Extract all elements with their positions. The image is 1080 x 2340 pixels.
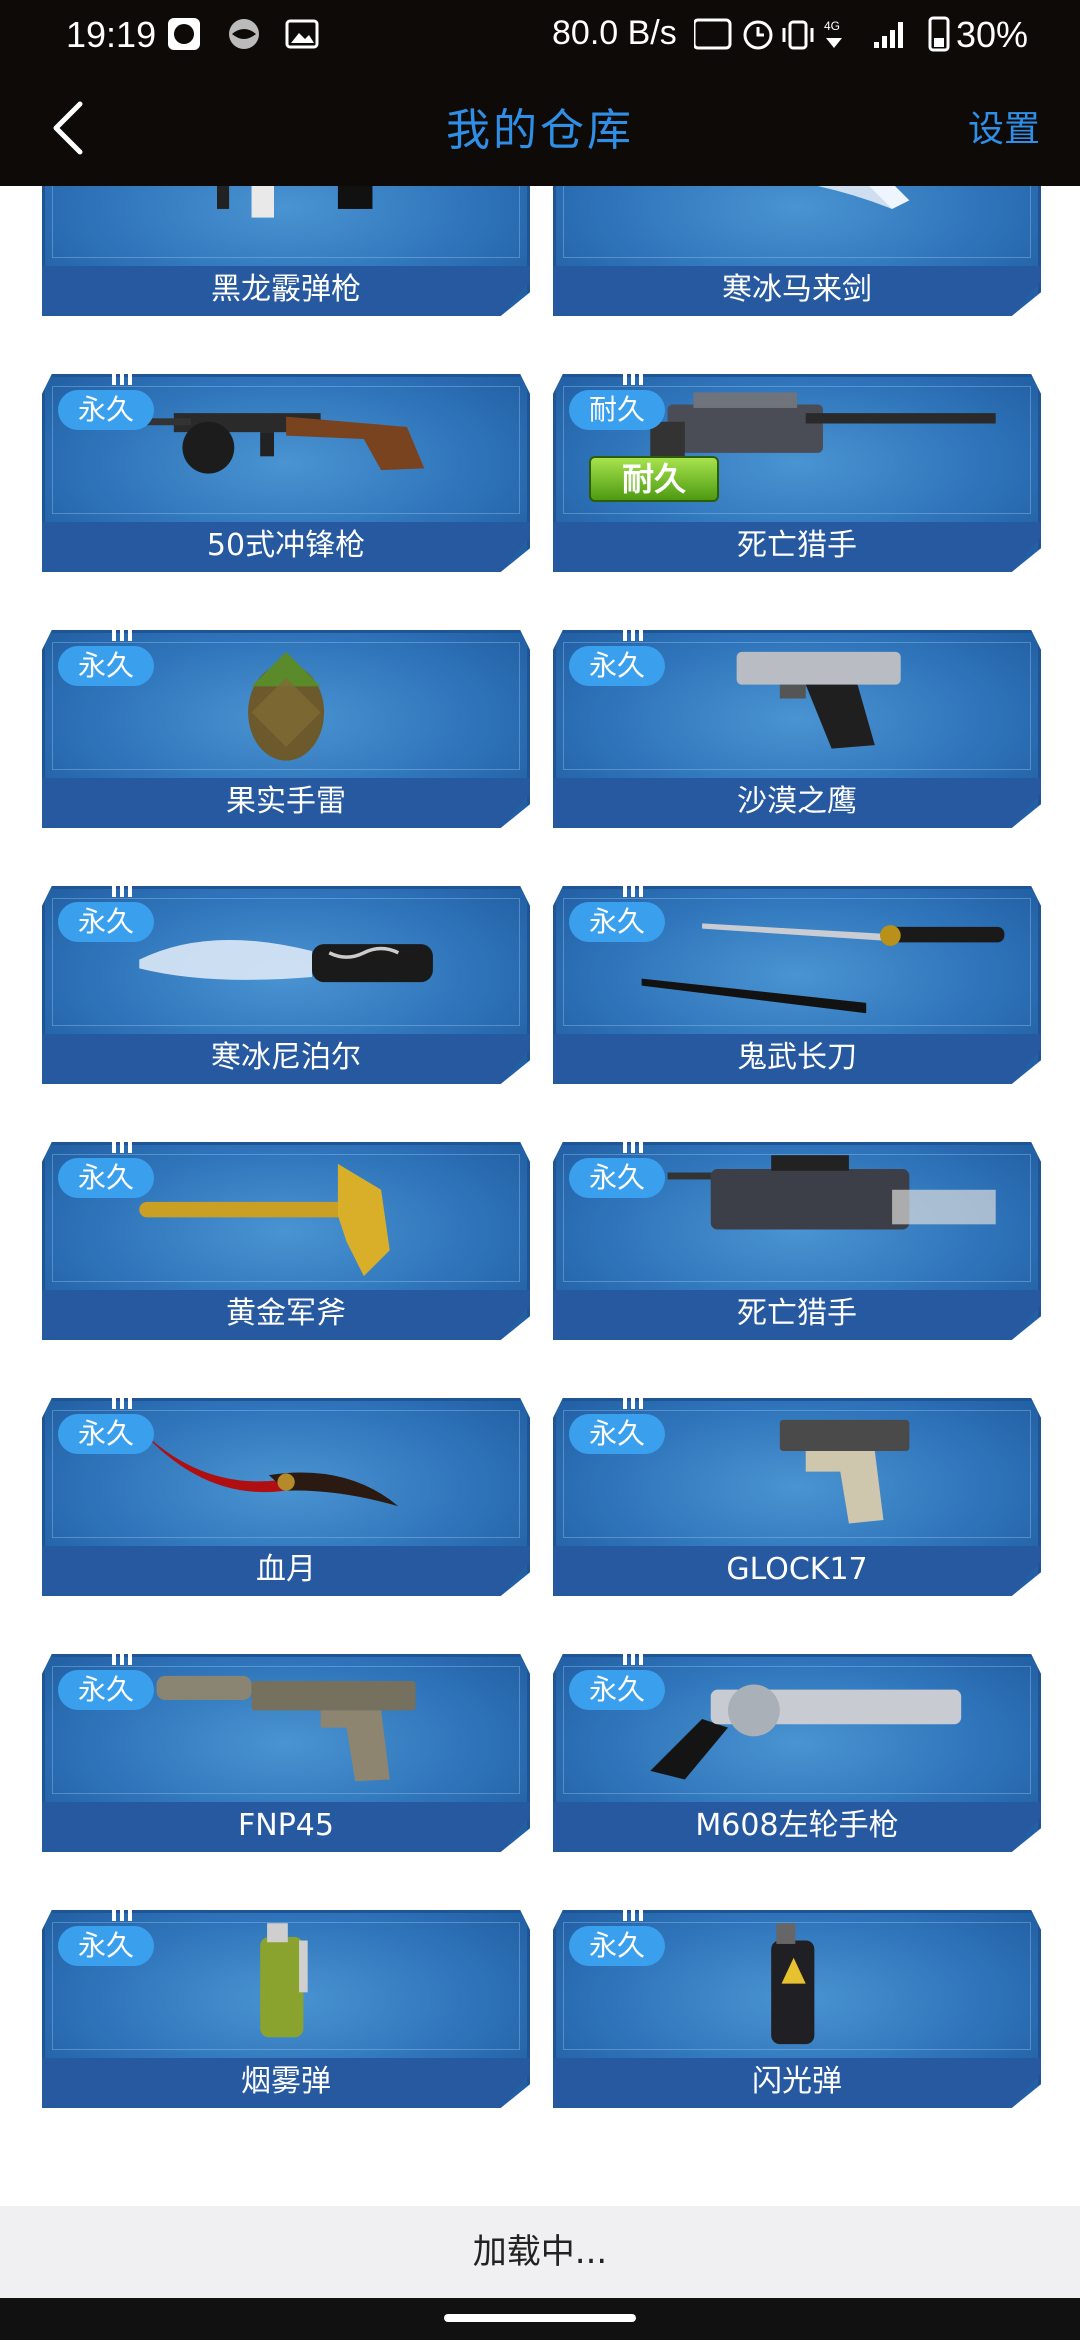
- duration-badge: 永久: [569, 1926, 666, 1966]
- item-card[interactable]: 永久闪光弹: [553, 1907, 1041, 2108]
- duration-badge: 永久: [58, 1670, 155, 1710]
- katana-icon: [641, 923, 1005, 1014]
- item-card[interactable]: 永久 GLOCK17: [553, 1395, 1041, 1596]
- card-stripes: [623, 1138, 657, 1153]
- item-card[interactable]: 永久寒冰马来剑: [553, 186, 1041, 316]
- duration-badge: 永久: [58, 390, 155, 430]
- settings-button[interactable]: 设置: [968, 100, 1040, 152]
- loading-indicator: 加载中...: [0, 2206, 1080, 2298]
- card-stripes: [112, 370, 146, 385]
- item-card[interactable]: 永久 FNP45: [42, 1651, 530, 1852]
- duration-badge: 永久: [58, 1926, 155, 1966]
- status-time: 19:19: [66, 14, 157, 55]
- smoke-grenade-icon: [260, 1923, 308, 2038]
- item-name: 鬼武长刀: [737, 1040, 857, 1075]
- item-name: 果实手雷: [226, 784, 346, 819]
- item-card[interactable]: 永久死亡猎手: [553, 1139, 1041, 1340]
- card-stripes: [112, 882, 146, 897]
- smg-icon: [139, 413, 425, 474]
- card-stripes: [112, 626, 146, 641]
- duration-badge: 永久: [58, 1158, 155, 1198]
- item-card[interactable]: 永久鬼武长刀: [553, 883, 1041, 1084]
- app-notification-icon: [168, 18, 200, 50]
- top-bar: 19:19 80.0 B/s 4G 30% 我的仓库 设置: [0, 0, 1080, 186]
- silenced-pistol-icon: [156, 1675, 416, 1782]
- item-name: 血月: [256, 1552, 316, 1587]
- item-grid: 永久黑龙霰弹枪永久寒冰马来剑永久50式冲锋枪耐久耐久死亡猎手永久果实手雷永久沙漠…: [0, 186, 1080, 2206]
- item-card[interactable]: 永久沙漠之鹰: [553, 627, 1041, 828]
- item-name: 死亡猎手: [737, 1296, 857, 1331]
- item-card[interactable]: 永久果实手雷: [42, 627, 530, 828]
- svg-text:4G: 4G: [824, 19, 840, 33]
- card-stripes: [112, 1394, 146, 1409]
- duration-badge: 永久: [569, 902, 666, 942]
- nav-bar: 我的仓库 设置: [0, 70, 1080, 186]
- card-stripes: [623, 1394, 657, 1409]
- item-card[interactable]: 永久黑龙霰弹枪: [42, 186, 530, 316]
- card-stripes: [112, 1906, 146, 1921]
- item-card[interactable]: 永久烟雾弹: [42, 1907, 530, 2108]
- network-speed: 80.0 B/s: [552, 14, 677, 52]
- ice-sword-icon: [817, 186, 910, 209]
- status-bar: 19:19 80.0 B/s 4G 30%: [0, 0, 1080, 70]
- grenade-icon: [248, 651, 325, 761]
- duration-badge: 永久: [569, 1414, 666, 1454]
- item-name: M608左轮手枪: [695, 1808, 899, 1843]
- duration-badge: 永久: [569, 646, 666, 686]
- item-card[interactable]: 永久 50式冲锋枪: [42, 371, 530, 572]
- item-card[interactable]: 耐久 耐久 死亡猎手: [553, 371, 1041, 572]
- item-name: 烟雾弹: [241, 2064, 331, 2099]
- card-stripes: [623, 1650, 657, 1665]
- item-name: 沙漠之鹰: [737, 784, 857, 819]
- gallery-icon: [285, 19, 319, 49]
- revolver-icon: [650, 1684, 962, 1780]
- page-title: 我的仓库: [446, 105, 634, 156]
- item-name: 50式冲锋枪: [206, 528, 366, 563]
- shotgun-icon: [217, 186, 373, 218]
- duration-badge: 耐久: [569, 390, 666, 430]
- item-name: 寒冰马来剑: [722, 272, 872, 307]
- rifle-icon: [667, 1155, 996, 1230]
- gesture-bar: [0, 2298, 1080, 2340]
- card-stripes: [623, 882, 657, 897]
- card-stripes: [112, 1650, 146, 1665]
- system-status-icons: 4G: [694, 16, 950, 52]
- blood-blade-icon: [139, 1428, 399, 1507]
- duration-badge: 永久: [569, 1670, 666, 1710]
- item-name: 黄金军斧: [226, 1296, 346, 1331]
- ice-knife-icon: [139, 939, 433, 983]
- pistol-icon: [736, 651, 901, 749]
- item-name: 寒冰尼泊尔: [211, 1040, 361, 1075]
- item-name: GLOCK17: [726, 1552, 868, 1587]
- item-name: 黑龙霰弹枪: [211, 272, 361, 307]
- card-stripes: [623, 370, 657, 385]
- item-name: FNP45: [238, 1808, 334, 1843]
- battery-level: 30%: [956, 14, 1029, 55]
- item-card[interactable]: 永久黄金军斧: [42, 1139, 530, 1340]
- item-name: 闪光弹: [752, 2064, 842, 2099]
- duration-badge: 永久: [58, 1414, 155, 1454]
- glock-icon: [779, 1419, 910, 1524]
- item-card[interactable]: 永久血月: [42, 1395, 530, 1596]
- durability-tag: 耐久: [589, 456, 719, 502]
- browser-icon: [229, 19, 259, 49]
- item-name: 死亡猎手: [737, 528, 857, 563]
- duration-badge: 永久: [569, 1158, 666, 1198]
- card-stripes: [623, 626, 657, 641]
- card-stripes: [623, 1906, 657, 1921]
- card-stripes: [112, 1138, 146, 1153]
- duration-badge: 永久: [58, 902, 155, 942]
- home-indicator[interactable]: [444, 2314, 636, 2322]
- axe-icon: [139, 1163, 390, 1277]
- item-card[interactable]: 永久 M608左轮手枪: [553, 1651, 1041, 1852]
- flashbang-icon: [771, 1923, 815, 2045]
- duration-badge: 永久: [58, 646, 155, 686]
- item-card[interactable]: 永久寒冰尼泊尔: [42, 883, 530, 1084]
